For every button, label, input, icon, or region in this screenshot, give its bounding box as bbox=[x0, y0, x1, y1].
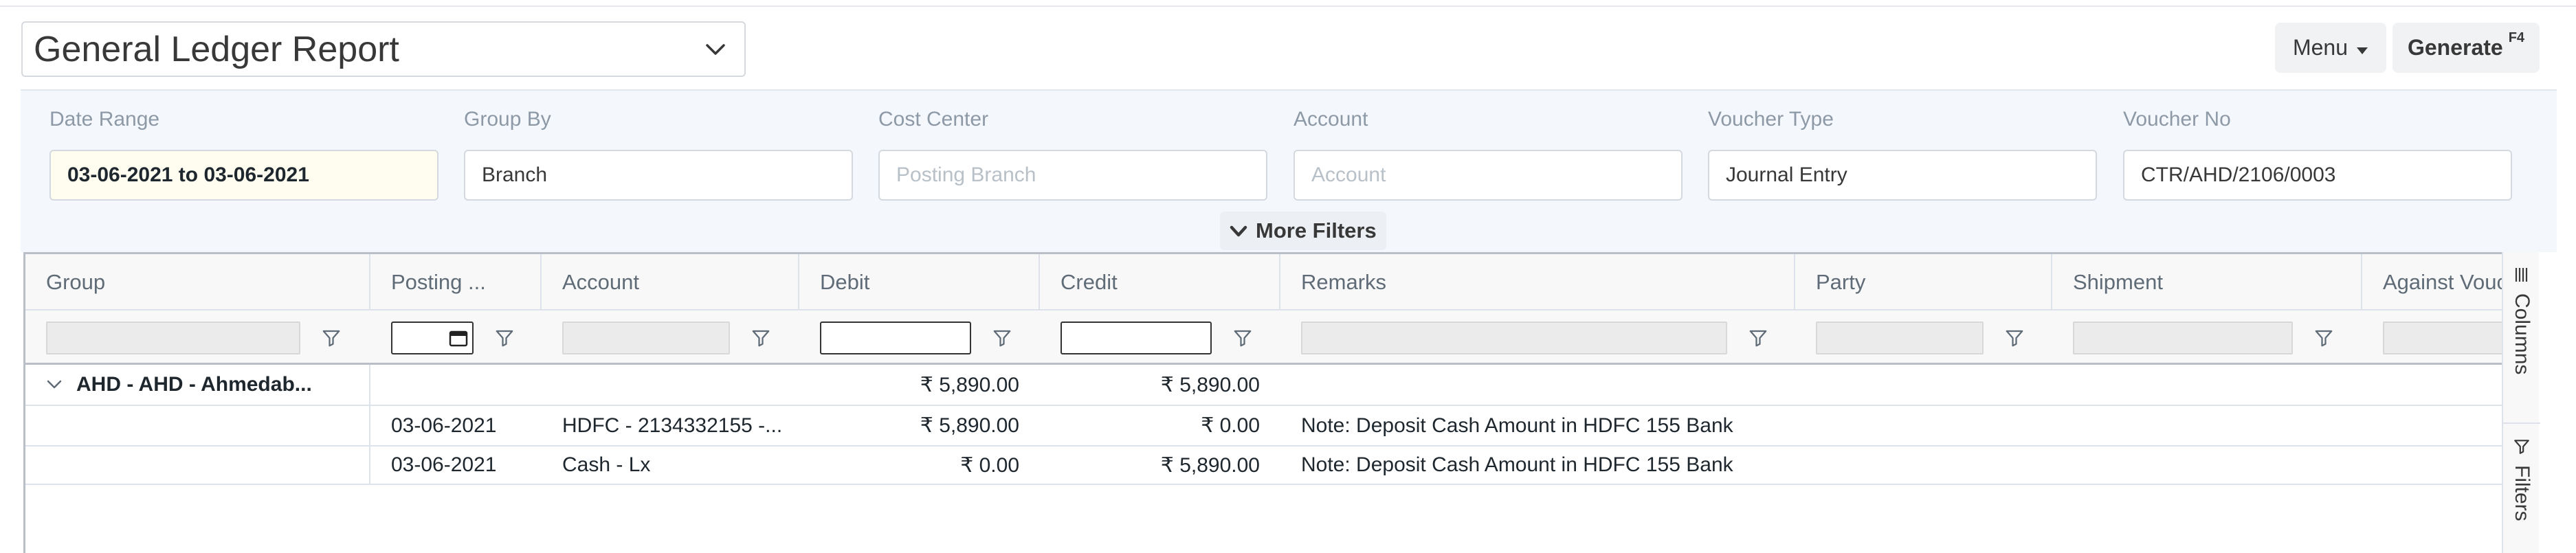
posting-date-cell: 03-06-2021 bbox=[391, 414, 497, 437]
credit-filter-input[interactable] bbox=[1061, 321, 1212, 354]
column-header-shipment[interactable]: Shipment bbox=[2052, 254, 2362, 311]
column-header-account[interactable]: Account bbox=[542, 254, 799, 311]
account-cell: HDFC - 2134332155 -... bbox=[562, 414, 783, 437]
column-header-debit[interactable]: Debit bbox=[799, 254, 1040, 311]
filter-icon[interactable] bbox=[1748, 328, 1768, 348]
column-header-party[interactable]: Party bbox=[1795, 254, 2052, 311]
against-voucher-filter-input[interactable] bbox=[2383, 321, 2520, 354]
date-range-label: Date Range bbox=[49, 108, 160, 131]
report-selector[interactable]: General Ledger Report bbox=[21, 21, 746, 77]
grid-header-row: Group Posting ... Account Debit Credit R… bbox=[25, 254, 2538, 311]
voucher-no-label: Voucher No bbox=[2123, 108, 2231, 131]
posting-date-filter-input[interactable] bbox=[391, 321, 474, 354]
group-by-label: Group By bbox=[464, 108, 551, 131]
remarks-filter-input[interactable] bbox=[1301, 321, 1727, 354]
column-header-credit[interactable]: Credit bbox=[1040, 254, 1280, 311]
filter-panel: Date Range 03-06-2021 to 03-06-2021 Grou… bbox=[21, 89, 2557, 252]
cost-center-label: Cost Center bbox=[878, 108, 989, 131]
voucher-type-filter: Voucher Type Journal Entry bbox=[1708, 106, 2097, 201]
voucher-type-label: Voucher Type bbox=[1708, 108, 1834, 131]
caret-down-icon bbox=[2356, 35, 2368, 60]
chevron-down-icon bbox=[1230, 218, 1247, 243]
generate-label: Generate bbox=[2407, 35, 2503, 60]
grid-filter-row bbox=[25, 311, 2538, 365]
side-tool-panel: Columns Filters bbox=[2502, 252, 2540, 553]
filter-icon[interactable] bbox=[494, 328, 515, 348]
party-filter-cell bbox=[1795, 311, 2025, 365]
remarks-filter-cell bbox=[1280, 311, 1768, 365]
voucher-no-input[interactable]: CTR/AHD/2106/0003 bbox=[2123, 150, 2512, 201]
shipment-filter-cell bbox=[2052, 311, 2334, 365]
calendar-icon bbox=[449, 330, 468, 346]
filter-icon[interactable] bbox=[2313, 328, 2334, 348]
group-name: AHD - AHD - Ahmedab... bbox=[76, 373, 312, 396]
credit-cell: ₹ 5,890.00 bbox=[1160, 453, 1260, 477]
menu-label: Menu bbox=[2292, 35, 2349, 60]
filters-tab[interactable]: Filters bbox=[2503, 424, 2540, 521]
table-row[interactable]: 03-06-2021 HDFC - 2134332155 -... ₹ 5,89… bbox=[25, 406, 2538, 447]
group-by-input[interactable]: Branch bbox=[464, 150, 853, 201]
generate-shortcut: F4 bbox=[2508, 30, 2525, 45]
debit-cell: ₹ 5,890.00 bbox=[920, 414, 1019, 437]
filters-tab-label: Filters bbox=[2511, 465, 2533, 521]
group-credit: ₹ 5,890.00 bbox=[1160, 373, 1260, 396]
filter-icon[interactable] bbox=[1232, 328, 1253, 348]
top-divider bbox=[0, 5, 2576, 7]
credit-cell: ₹ 0.00 bbox=[1201, 414, 1260, 437]
against-voucher-filter-cell bbox=[2362, 311, 2520, 365]
posting-date-cell: 03-06-2021 bbox=[391, 453, 497, 476]
account-filter-cell bbox=[542, 311, 771, 365]
group-filter-cell bbox=[25, 311, 342, 365]
table-row[interactable]: 03-06-2021 Cash - Lx ₹ 0.00 ₹ 5,890.00 N… bbox=[25, 447, 2538, 485]
ledger-grid: Group Posting ... Account Debit Credit R… bbox=[23, 252, 2539, 553]
filter-icon[interactable] bbox=[321, 328, 342, 348]
group-filter-input[interactable] bbox=[46, 321, 300, 354]
filter-icon bbox=[2514, 440, 2529, 454]
group-debit: ₹ 5,890.00 bbox=[920, 373, 1019, 396]
remarks-cell: Note: Deposit Cash Amount in HDFC 155 Ba… bbox=[1301, 453, 1733, 476]
account-cell: Cash - Lx bbox=[562, 453, 651, 476]
account-filter: Account Account bbox=[1293, 106, 1683, 201]
column-header-group[interactable]: Group bbox=[25, 254, 370, 311]
debit-filter-input[interactable] bbox=[820, 321, 971, 354]
date-range-filter: Date Range 03-06-2021 to 03-06-2021 bbox=[49, 106, 438, 201]
columns-tab-label: Columns bbox=[2511, 293, 2533, 375]
filter-icon[interactable] bbox=[2004, 328, 2025, 348]
chevron-down-icon[interactable] bbox=[46, 379, 63, 390]
debit-filter-cell bbox=[799, 311, 1012, 365]
filter-icon[interactable] bbox=[992, 328, 1012, 348]
more-filters-button[interactable]: More Filters bbox=[1220, 212, 1386, 250]
table-row-group[interactable]: AHD - AHD - Ahmedab... ₹ 5,890.00 ₹ 5,89… bbox=[25, 365, 2538, 406]
cost-center-filter: Cost Center Posting Branch bbox=[878, 106, 1267, 201]
page: General Ledger Report Menu Generate F4 D… bbox=[0, 0, 2576, 553]
report-title: General Ledger Report bbox=[34, 29, 399, 69]
columns-icon bbox=[2515, 268, 2528, 282]
column-header-posting-date[interactable]: Posting ... bbox=[370, 254, 542, 311]
cost-center-input[interactable]: Posting Branch bbox=[878, 150, 1267, 201]
posting-date-filter-cell bbox=[370, 311, 515, 365]
debit-cell: ₹ 0.00 bbox=[960, 453, 1019, 477]
account-input[interactable]: Account bbox=[1293, 150, 1683, 201]
remarks-cell: Note: Deposit Cash Amount in HDFC 155 Ba… bbox=[1301, 414, 1733, 437]
credit-filter-cell bbox=[1040, 311, 1253, 365]
column-header-remarks[interactable]: Remarks bbox=[1280, 254, 1795, 311]
chevron-down-icon bbox=[702, 36, 729, 63]
group-cell: AHD - AHD - Ahmedab... bbox=[25, 365, 370, 405]
generate-button[interactable]: Generate F4 bbox=[2392, 23, 2540, 73]
columns-tab[interactable]: Columns bbox=[2503, 252, 2540, 374]
date-range-input[interactable]: 03-06-2021 to 03-06-2021 bbox=[49, 150, 438, 201]
party-filter-input[interactable] bbox=[1816, 321, 1984, 354]
account-label: Account bbox=[1293, 108, 1368, 131]
voucher-no-filter: Voucher No CTR/AHD/2106/0003 bbox=[2123, 106, 2512, 201]
more-filters-label: More Filters bbox=[1256, 218, 1377, 242]
voucher-type-input[interactable]: Journal Entry bbox=[1708, 150, 2097, 201]
column-divider bbox=[369, 365, 370, 405]
shipment-filter-input[interactable] bbox=[2073, 321, 2293, 354]
filter-icon[interactable] bbox=[751, 328, 771, 348]
group-by-filter: Group By Branch bbox=[464, 106, 853, 201]
account-filter-input[interactable] bbox=[562, 321, 730, 354]
menu-button[interactable]: Menu bbox=[2275, 23, 2386, 73]
